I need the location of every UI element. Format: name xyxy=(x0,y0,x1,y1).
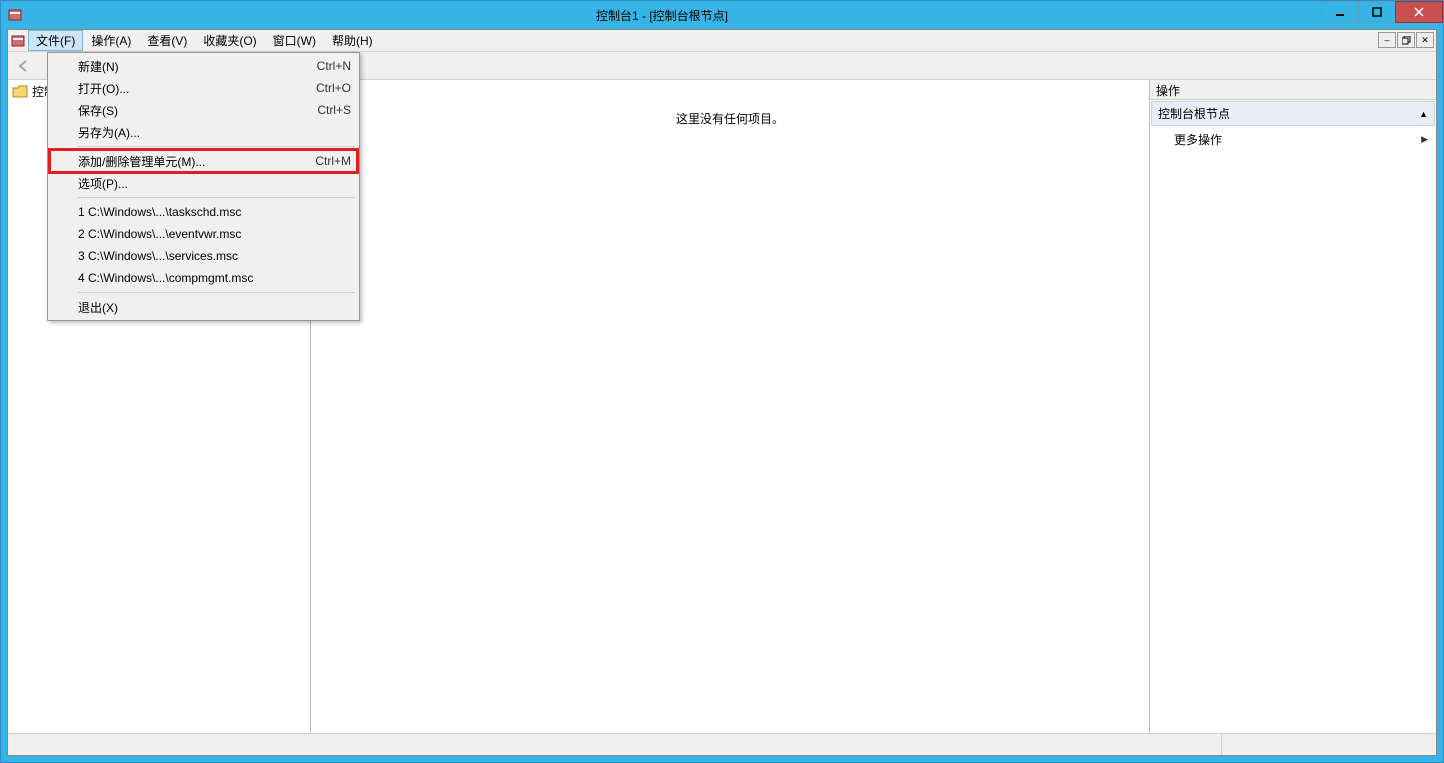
statusbar-cell-right xyxy=(1222,734,1436,755)
menu-item-recent-2[interactable]: 2 C:\Windows\...\eventvwr.msc xyxy=(50,223,357,245)
mdi-close-button[interactable]: ✕ xyxy=(1416,32,1434,48)
menu-help[interactable]: 帮助(H) xyxy=(324,30,381,51)
empty-list-text: 这里没有任何项目。 xyxy=(676,110,784,127)
mmc-doc-icon xyxy=(8,30,28,51)
mmc-frame: 文件(F) 操作(A) 查看(V) 收藏夹(O) 窗口(W) 帮助(H) ‒ ✕… xyxy=(7,29,1437,756)
menu-item-shortcut: Ctrl+S xyxy=(317,103,351,117)
collapse-arrow-icon: ▲ xyxy=(1419,109,1428,119)
minimize-button[interactable] xyxy=(1321,1,1359,23)
menu-item-label: 另存为(A)... xyxy=(78,124,140,141)
mdi-window-controls: ‒ ✕ xyxy=(1377,32,1434,48)
actions-pane-header: 操作 xyxy=(1150,80,1436,100)
menu-item-label: 选项(P)... xyxy=(78,175,128,192)
menu-action[interactable]: 操作(A) xyxy=(83,30,139,51)
menu-item-label: 1 C:\Windows\...\taskschd.msc xyxy=(78,205,241,219)
statusbar-cell-main xyxy=(8,734,1222,755)
folder-icon xyxy=(12,85,28,99)
menu-item-shortcut: Ctrl+O xyxy=(316,81,351,95)
outer-window: 控制台1 - [控制台根节点] 文件(F) 操作(A) 查看(V) 收藏夹(O)… xyxy=(0,0,1444,763)
actions-pane: 操作 控制台根节点 ▲ 更多操作 ▶ xyxy=(1150,80,1436,733)
mdi-minimize-button[interactable]: ‒ xyxy=(1378,32,1396,48)
list-pane[interactable]: 这里没有任何项目。 xyxy=(311,80,1150,733)
menu-view[interactable]: 查看(V) xyxy=(139,30,195,51)
client-area: 文件(F) 操作(A) 查看(V) 收藏夹(O) 窗口(W) 帮助(H) ‒ ✕… xyxy=(1,29,1443,762)
menu-item-save-as[interactable]: 另存为(A)... xyxy=(50,121,357,143)
menu-separator xyxy=(78,197,355,198)
menu-item-label: 4 C:\Windows\...\compmgmt.msc xyxy=(78,271,253,285)
window-controls xyxy=(1322,1,1443,23)
titlebar[interactable]: 控制台1 - [控制台根节点] xyxy=(1,1,1443,29)
menu-item-recent-1[interactable]: 1 C:\Windows\...\taskschd.msc xyxy=(50,201,357,223)
menu-item-open[interactable]: 打开(O)... Ctrl+O xyxy=(50,77,357,99)
menu-window[interactable]: 窗口(W) xyxy=(265,30,324,51)
menu-item-new[interactable]: 新建(N) Ctrl+N xyxy=(50,55,357,77)
menu-file[interactable]: 文件(F) xyxy=(28,30,83,51)
actions-more-actions[interactable]: 更多操作 ▶ xyxy=(1152,127,1434,152)
close-button[interactable] xyxy=(1395,1,1443,23)
submenu-arrow-icon: ▶ xyxy=(1421,134,1428,145)
menu-item-label: 保存(S) xyxy=(78,102,118,119)
menu-item-recent-3[interactable]: 3 C:\Windows\...\services.msc xyxy=(50,245,357,267)
menu-separator xyxy=(78,292,355,293)
window-title: 控制台1 - [控制台根节点] xyxy=(1,7,1323,24)
menu-item-label: 退出(X) xyxy=(78,299,118,316)
menu-item-label: 打开(O)... xyxy=(78,80,129,97)
menu-item-label: 3 C:\Windows\...\services.msc xyxy=(78,249,238,263)
mdi-restore-button[interactable] xyxy=(1397,32,1415,48)
nav-back-button[interactable] xyxy=(12,54,36,78)
menu-item-label: 2 C:\Windows\...\eventvwr.msc xyxy=(78,227,241,241)
menu-item-save[interactable]: 保存(S) Ctrl+S xyxy=(50,99,357,121)
actions-item-label: 更多操作 xyxy=(1174,131,1222,148)
menu-item-options[interactable]: 选项(P)... xyxy=(50,172,357,194)
menu-item-add-remove-snapin[interactable]: 添加/删除管理单元(M)... Ctrl+M xyxy=(50,150,357,172)
file-menu-dropdown: 新建(N) Ctrl+N 打开(O)... Ctrl+O 保存(S) Ctrl+… xyxy=(47,52,360,321)
menu-item-shortcut: Ctrl+N xyxy=(317,59,351,73)
menu-item-exit[interactable]: 退出(X) xyxy=(50,296,357,318)
menu-item-label: 新建(N) xyxy=(78,58,119,75)
menu-item-shortcut: Ctrl+M xyxy=(315,154,351,168)
menu-item-recent-4[interactable]: 4 C:\Windows\...\compmgmt.msc xyxy=(50,267,357,289)
menu-separator xyxy=(78,146,355,147)
maximize-button[interactable] xyxy=(1358,1,1396,23)
menu-favorites[interactable]: 收藏夹(O) xyxy=(195,30,264,51)
actions-group-title: 控制台根节点 xyxy=(1158,105,1230,122)
actions-group-header[interactable]: 控制台根节点 ▲ xyxy=(1151,101,1435,126)
menubar[interactable]: 文件(F) 操作(A) 查看(V) 收藏夹(O) 窗口(W) 帮助(H) ‒ ✕… xyxy=(8,30,1436,52)
menu-item-label: 添加/删除管理单元(M)... xyxy=(78,153,205,170)
statusbar xyxy=(8,733,1436,755)
